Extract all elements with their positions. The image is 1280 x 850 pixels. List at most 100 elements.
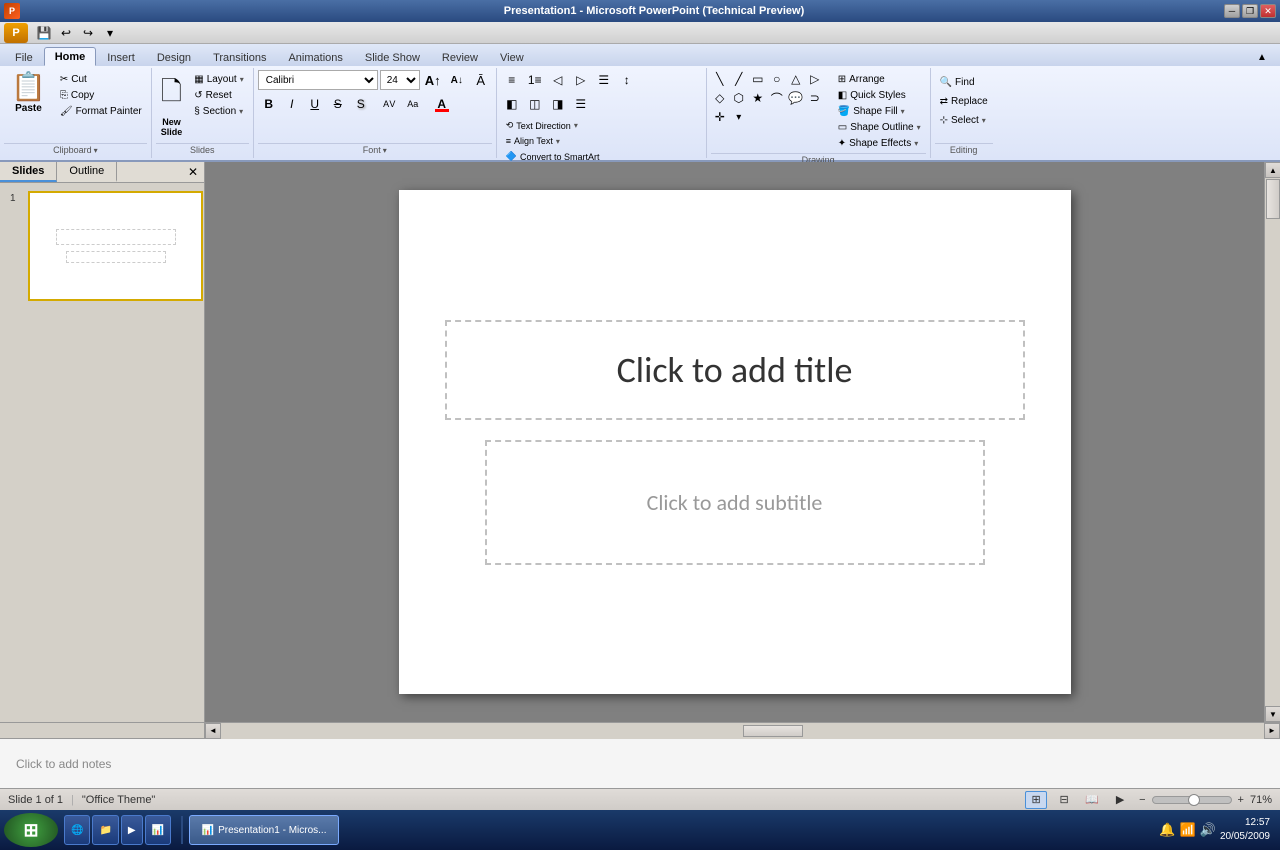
shape-rtarrow[interactable]: ▷ (806, 70, 824, 88)
shape-bracket[interactable]: ⊃ (806, 89, 824, 107)
underline-button[interactable]: U (304, 94, 326, 114)
find-button[interactable]: 🔍 Find (935, 74, 993, 91)
restore-button[interactable]: ❐ (1242, 4, 1258, 18)
decrease-indent-button[interactable]: ◁ (547, 70, 569, 90)
align-right-button[interactable]: ◨ (547, 94, 569, 114)
slide-canvas[interactable]: Click to add title Click to add subtitle (399, 190, 1071, 694)
minimize-button[interactable]: ─ (1224, 4, 1240, 18)
shape-callout[interactable]: 💬 (787, 89, 805, 107)
tab-review[interactable]: Review (431, 48, 489, 66)
shadow-button[interactable]: S (350, 94, 372, 114)
tab-design[interactable]: Design (146, 48, 202, 66)
font-name-select[interactable]: Calibri (258, 70, 378, 90)
scroll-down-button[interactable]: ▼ (1265, 706, 1280, 722)
font-shrink-button[interactable]: A↓ (446, 70, 468, 90)
taskbar-pp-window[interactable]: 📊 Presentation1 - Micros... (189, 815, 339, 845)
bold-button[interactable]: B (258, 94, 280, 114)
redo-button[interactable]: ↪ (78, 24, 98, 42)
character-spacing-button[interactable]: AV (379, 94, 401, 114)
tab-file[interactable]: File (4, 48, 44, 66)
subtitle-placeholder[interactable]: Click to add subtitle (485, 440, 985, 565)
shape-more[interactable]: ▾ (730, 108, 748, 126)
font-size-select[interactable]: 24 (380, 70, 420, 90)
volume-icon[interactable]: 🔊 (1200, 822, 1216, 838)
justify-button[interactable]: ☰ (570, 94, 592, 114)
notification-icon[interactable]: 🔔 (1159, 822, 1175, 838)
section-button[interactable]: § Section ▾ (189, 104, 249, 119)
shape-line2[interactable]: ╱ (730, 70, 748, 88)
format-painter-button[interactable]: 🖌 Format Painter (55, 104, 147, 119)
text-direction-button[interactable]: ⟲ Text Direction ▾ (501, 118, 583, 133)
bullets-button[interactable]: ≡ (501, 70, 523, 90)
replace-button[interactable]: ⇄ Replace (935, 93, 993, 110)
quick-styles-button[interactable]: ◧ Quick Styles (833, 88, 926, 103)
layout-button[interactable]: ▦ Layout ▾ (189, 72, 249, 87)
shape-curved[interactable]: ⌒ (768, 89, 786, 107)
scroll-left-button[interactable]: ◄ (205, 723, 221, 739)
notes-area[interactable]: Click to add notes (0, 738, 1280, 788)
save-button[interactable]: 💾 (34, 24, 54, 42)
shape-fill-button[interactable]: 🪣 Shape Fill ▾ (833, 104, 926, 119)
shape-rect[interactable]: ▭ (749, 70, 767, 88)
shape-line[interactable]: ╲ (711, 70, 729, 88)
arrange-button[interactable]: ⊞ Arrange (833, 72, 926, 87)
tab-transitions[interactable]: Transitions (202, 48, 277, 66)
arrange-icon: ⊞ (838, 74, 846, 85)
scroll-thumb[interactable] (1266, 179, 1280, 219)
shape-star[interactable]: ★ (749, 89, 767, 107)
slide-panel-close-button[interactable]: ✕ (182, 162, 204, 182)
slides-tab[interactable]: Slides (0, 162, 57, 182)
shape-diamond[interactable]: ◇ (711, 89, 729, 107)
font-grow-button[interactable]: A↑ (422, 70, 444, 90)
select-button[interactable]: ⊹ Select ▾ (935, 112, 993, 129)
h-scroll-thumb[interactable] (743, 725, 803, 737)
align-text-button[interactable]: ≡ Align Text ▾ (501, 134, 565, 148)
new-slide-button[interactable]: 🗋 NewSlide (156, 70, 188, 140)
line-spacing-button[interactable]: ↕ (616, 70, 638, 90)
paste-button[interactable]: 📋 Paste (4, 70, 53, 117)
strikethrough-button[interactable]: S (327, 94, 349, 114)
shape-effects-button[interactable]: ✦ Shape Effects ▾ (833, 136, 926, 151)
system-clock[interactable]: 12:57 20/05/2009 (1220, 816, 1270, 844)
align-center-button[interactable]: ◫ (524, 94, 546, 114)
copy-button[interactable]: ⎘ Copy (55, 88, 147, 103)
shape-cross[interactable]: ✛ (711, 108, 729, 126)
outline-tab[interactable]: Outline (57, 162, 117, 182)
taskbar-powerpoint[interactable]: 📊 (145, 815, 171, 845)
reset-button[interactable]: ↺ Reset (189, 88, 249, 103)
tab-view[interactable]: View (489, 48, 535, 66)
ribbon-minimize-button[interactable]: ▲ (1252, 48, 1272, 66)
shape-triangle[interactable]: △ (787, 70, 805, 88)
slide-thumbnail[interactable] (28, 191, 203, 301)
italic-button[interactable]: I (281, 94, 303, 114)
taskbar-mediaplayer[interactable]: ▶ (121, 815, 143, 845)
columns-button[interactable]: ☰ (593, 70, 615, 90)
font-group-label[interactable]: Font ▾ (258, 143, 492, 156)
title-placeholder[interactable]: Click to add title (445, 320, 1025, 420)
taskbar-ie[interactable]: 🌐 (64, 815, 90, 845)
tab-insert[interactable]: Insert (96, 48, 146, 66)
clipboard-group-label[interactable]: Clipboard ▾ (4, 143, 147, 156)
numbering-button[interactable]: 1≡ (524, 70, 546, 90)
align-left-button[interactable]: ◧ (501, 94, 523, 114)
increase-indent-button[interactable]: ▷ (570, 70, 592, 90)
change-case-button[interactable]: Aa (402, 94, 424, 114)
shape-outline-button[interactable]: ▭ Shape Outline ▾ (833, 120, 926, 135)
network-icon[interactable]: 📶 (1180, 822, 1196, 838)
tab-animations[interactable]: Animations (277, 48, 353, 66)
cut-button[interactable]: ✂ Cut (55, 72, 147, 87)
clear-formatting-button[interactable]: Ā (470, 70, 492, 90)
office-button[interactable]: P (4, 23, 28, 43)
customize-qa-button[interactable]: ▾ (100, 24, 120, 42)
shape-circle[interactable]: ○ (768, 70, 786, 88)
font-color-button[interactable]: A (431, 94, 453, 114)
shape-hex[interactable]: ⬡ (730, 89, 748, 107)
tab-home[interactable]: Home (44, 47, 97, 66)
close-button[interactable]: ✕ (1260, 4, 1276, 18)
undo-button[interactable]: ↩ (56, 24, 76, 42)
scroll-up-button[interactable]: ▲ (1265, 162, 1280, 178)
scroll-right-button[interactable]: ► (1264, 723, 1280, 739)
taskbar-explorer[interactable]: 📁 (92, 815, 118, 845)
tab-slideshow[interactable]: Slide Show (354, 48, 431, 66)
start-button[interactable]: ⊞ (4, 813, 58, 847)
